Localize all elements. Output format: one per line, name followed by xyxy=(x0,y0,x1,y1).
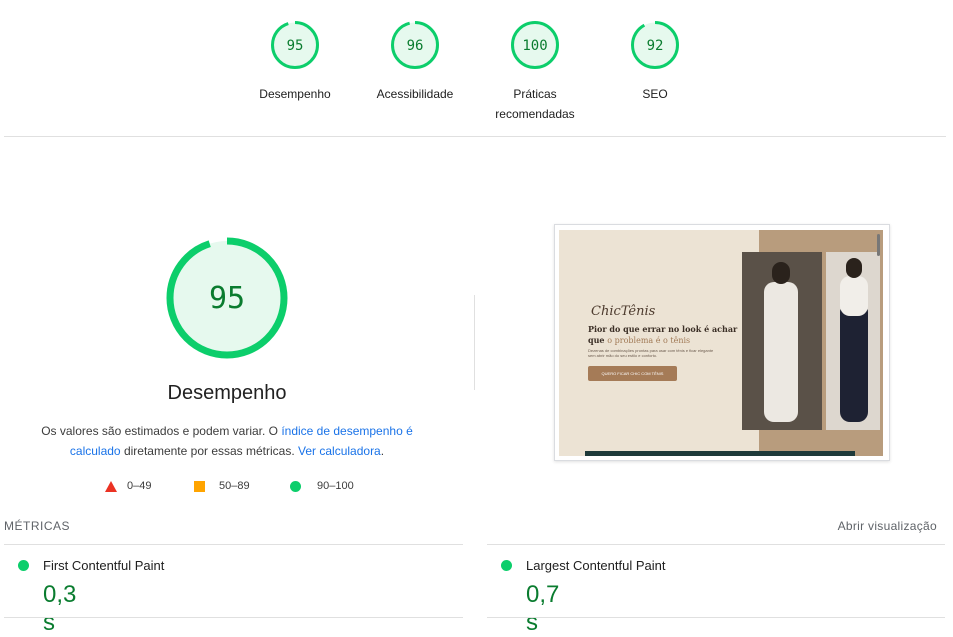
metric-value: 0,7 s xyxy=(526,581,560,636)
performance-title: Desempenho xyxy=(167,382,287,404)
desc-end: . xyxy=(380,444,385,458)
metrics-divider-right xyxy=(487,544,945,545)
legend-average-label: 50–89 xyxy=(219,480,250,492)
screenshot-photo-right xyxy=(826,252,880,430)
expand-view-link[interactable]: Abrir visualização xyxy=(838,519,937,533)
preview-headline-b: o problema é o tênis xyxy=(607,336,691,345)
circle-icon xyxy=(290,480,301,492)
square-icon xyxy=(194,480,205,492)
page-screenshot-preview[interactable]: ChicTênis Pior do que errar no look é ac… xyxy=(554,224,890,461)
gauge-score: 95 xyxy=(287,38,304,54)
gauge-performance[interactable]: 95 Desempenho xyxy=(240,20,350,104)
metrics-bottom-divider-right xyxy=(487,617,945,618)
preview-headline: Pior do que errar no look é achar que o … xyxy=(588,324,738,346)
gauge-ring: 95 xyxy=(271,21,319,69)
metric-name: Largest Contentful Paint xyxy=(526,558,666,573)
legend-pass-label: 90–100 xyxy=(317,480,354,492)
triangle-icon xyxy=(105,480,117,492)
gauge-score: 92 xyxy=(647,38,664,54)
calculator-link[interactable]: Ver calculadora xyxy=(298,444,381,458)
gauge-accessibility[interactable]: 96 Acessibilidade xyxy=(360,20,470,104)
gauge-score: 100 xyxy=(522,38,547,54)
desc-prefix: Os valores são estimados e podem variar.… xyxy=(41,424,282,438)
score-legend: 0–49 50–89 90–100 xyxy=(0,480,454,500)
performance-gauge: 95 xyxy=(166,237,288,359)
legend-fail-label: 0–49 xyxy=(127,480,152,492)
screenshot-scrollbar xyxy=(877,234,880,256)
gauge-label: Desempenho xyxy=(259,87,331,101)
gauge-label: Práticas recomendadas xyxy=(495,87,575,121)
metrics-divider-left xyxy=(4,544,463,545)
metric-name: First Contentful Paint xyxy=(43,558,165,573)
screenshot-photo-left xyxy=(742,252,822,430)
gauge-label: Acessibilidade xyxy=(376,87,454,101)
legend-average: 50–89 xyxy=(194,480,250,492)
metrics-heading: MÉTRICAS xyxy=(4,519,71,533)
performance-description: Os valores são estimados e podem variar.… xyxy=(30,421,424,461)
gauge-label: SEO xyxy=(642,87,668,101)
vertical-divider xyxy=(474,295,475,390)
preview-cta-button: QUERO FICAR CHIC COM TÊNIS xyxy=(588,366,677,381)
circle-icon xyxy=(501,560,512,571)
preview-brand-logo: ChicTênis xyxy=(591,304,656,319)
circle-icon xyxy=(18,560,29,571)
gauge-score: 96 xyxy=(407,38,424,54)
gauge-ring: 96 xyxy=(391,21,439,69)
desc-middle: diretamente por essas métricas. xyxy=(120,444,299,458)
metric-value: 0,3 s xyxy=(43,581,77,636)
screenshot-bottom-bar xyxy=(585,451,855,456)
gauge-best-practices[interactable]: 100 Práticas recomendadas xyxy=(480,20,590,124)
legend-fail: 0–49 xyxy=(105,480,151,492)
performance-score: 95 xyxy=(209,281,245,316)
screenshot-image: ChicTênis Pior do que errar no look é ac… xyxy=(559,230,883,456)
gauge-ring: 100 xyxy=(511,21,559,69)
gauge-seo[interactable]: 92 SEO xyxy=(600,20,710,104)
score-gauges: 95 Desempenho 96 Acessibilidade 100 Prát… xyxy=(0,0,953,136)
top-divider xyxy=(4,136,946,137)
metrics-bottom-divider-left xyxy=(4,617,463,618)
gauge-ring: 92 xyxy=(631,21,679,69)
preview-body-text: Dezenas de combinações prontas para usar… xyxy=(588,348,714,358)
legend-pass: 90–100 xyxy=(290,480,354,492)
